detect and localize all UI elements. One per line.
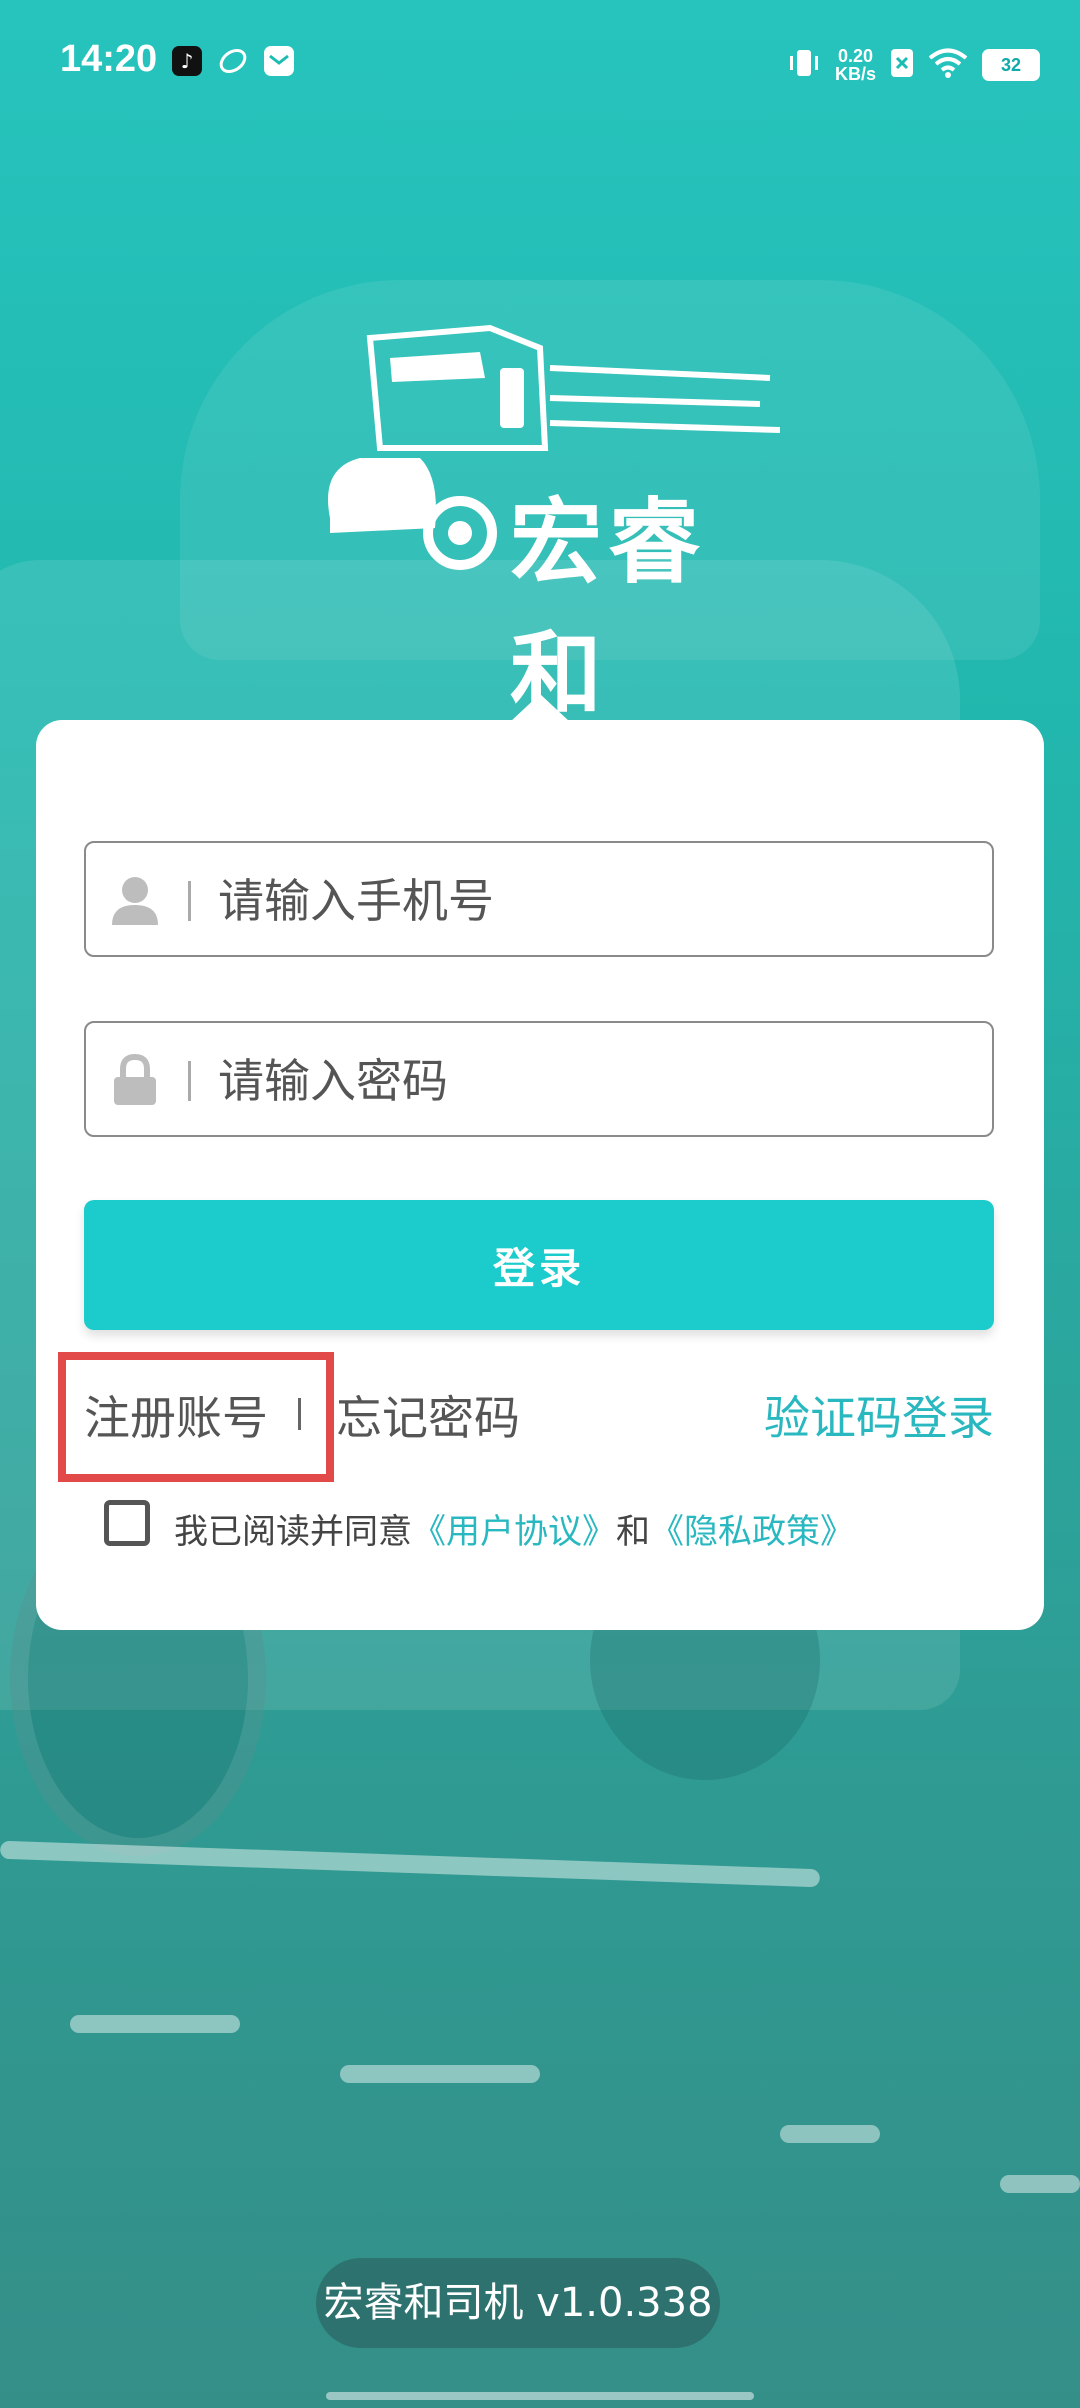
tiktok-icon: ♪	[172, 46, 202, 76]
login-screen: 14:20 ♪ 0.20 KB/s 32 宏睿和 请输入手机号 登录 注册账号 …	[0, 0, 1080, 2408]
road-marking	[1000, 2175, 1080, 2193]
home-indicator[interactable]	[326, 2392, 754, 2400]
agreement-text: 我已阅读并同意《用户协议》和《隐私政策》	[174, 1504, 854, 1553]
login-button[interactable]: 登录	[84, 1200, 994, 1330]
agreement-and: 和	[616, 1512, 650, 1552]
user-agreement-link[interactable]: 《用户协议》	[412, 1512, 616, 1552]
status-bar: 14:20 ♪ 0.20 KB/s 32	[0, 0, 1080, 130]
phone-input[interactable]	[216, 863, 960, 939]
user-icon	[108, 873, 162, 927]
vibrate-icon	[787, 46, 821, 84]
network-speed: 0.20 KB/s	[835, 47, 876, 83]
field-divider	[188, 1061, 191, 1101]
phone-field[interactable]	[84, 841, 994, 957]
network-speed-value: 0.20	[837, 46, 874, 66]
mail-app-icon	[264, 46, 294, 76]
privacy-policy-link[interactable]: 《隐私政策》	[650, 1512, 854, 1552]
network-speed-unit: KB/s	[834, 64, 876, 84]
forgot-password-link[interactable]: 忘记密码	[336, 1382, 520, 1448]
agreement-prefix: 我已阅读并同意	[174, 1512, 412, 1552]
field-divider	[188, 881, 191, 921]
status-time: 14:20	[60, 38, 158, 80]
no-sim-icon	[890, 48, 914, 82]
road-marking	[780, 2125, 880, 2143]
leaf-app-icon	[218, 46, 248, 76]
card-pointer	[510, 694, 570, 722]
wifi-icon	[928, 47, 968, 83]
battery-indicator: 32	[982, 49, 1040, 81]
road-marking	[340, 2065, 540, 2083]
status-indicators: 0.20 KB/s 32	[787, 40, 1040, 90]
lock-icon	[108, 1053, 162, 1107]
agreement-checkbox[interactable]	[104, 1500, 150, 1546]
highlight-box	[58, 1352, 334, 1482]
road-marking	[0, 1840, 821, 1888]
battery-level: 32	[1000, 54, 1022, 75]
sms-login-link[interactable]: 验证码登录	[764, 1382, 994, 1448]
password-input[interactable]	[216, 1043, 960, 1119]
road-marking	[70, 2015, 240, 2033]
app-version: 宏睿和司机 v1.0.338	[316, 2258, 720, 2348]
password-field[interactable]	[84, 1021, 994, 1137]
brand-logo: 宏睿和	[310, 318, 781, 729]
